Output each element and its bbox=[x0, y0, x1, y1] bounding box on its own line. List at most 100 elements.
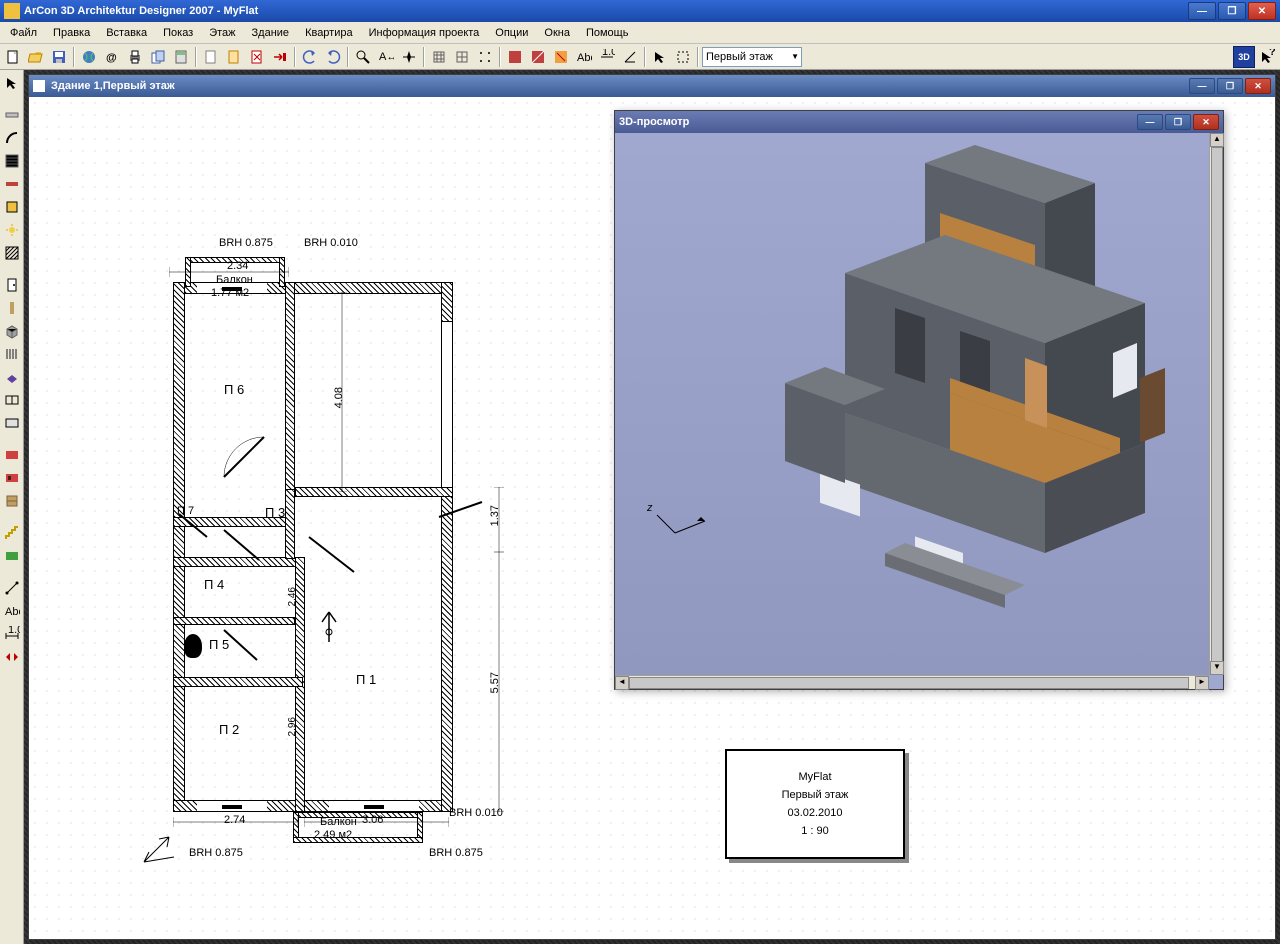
document-title: Здание 1,Первый этаж bbox=[51, 80, 175, 92]
wall-icon[interactable] bbox=[1, 104, 23, 126]
shelf-icon[interactable] bbox=[1, 490, 23, 512]
help-icon[interactable]: ? bbox=[1256, 46, 1278, 68]
svg-text:@: @ bbox=[106, 52, 117, 64]
pointer-icon[interactable] bbox=[1, 72, 23, 94]
dim-137: 1.37 bbox=[489, 505, 501, 526]
line-icon[interactable] bbox=[1, 577, 23, 599]
balcony-bottom-area: 2.49 м2 bbox=[314, 829, 352, 841]
box3d-icon[interactable] bbox=[1, 320, 23, 342]
text-icon[interactable]: Abc bbox=[573, 46, 595, 68]
layer2-icon[interactable] bbox=[527, 46, 549, 68]
viewport-3d[interactable]: z bbox=[615, 133, 1209, 675]
3d-scrollbar-horizontal[interactable]: ◄ ► bbox=[615, 675, 1209, 689]
menu-insert[interactable]: Вставка bbox=[98, 25, 155, 41]
wallred-icon[interactable] bbox=[1, 173, 23, 195]
menubar: Файл Правка Вставка Показ Этаж Здание Кв… bbox=[0, 22, 1280, 44]
dimension-icon[interactable]: 1.0 bbox=[1, 623, 23, 645]
smallroom-icon[interactable] bbox=[1, 196, 23, 218]
red2-icon[interactable] bbox=[1, 467, 23, 489]
door-icon[interactable] bbox=[1, 274, 23, 296]
open-icon[interactable] bbox=[25, 46, 47, 68]
redo-icon[interactable] bbox=[322, 46, 344, 68]
window-icon[interactable] bbox=[1, 389, 23, 411]
tb-date: 03.02.2010 bbox=[787, 807, 842, 819]
3d-maximize-button[interactable]: ❐ bbox=[1165, 114, 1191, 130]
maximize-button[interactable]: ❐ bbox=[1218, 2, 1246, 20]
menu-floor[interactable]: Этаж bbox=[201, 25, 243, 41]
workspace: Abc 1.0 Здание 1,Первый этаж — ❐ ✕ bbox=[0, 70, 1280, 944]
grid-icon[interactable] bbox=[428, 46, 450, 68]
copy-icon[interactable] bbox=[147, 46, 169, 68]
selectbox-icon[interactable] bbox=[672, 46, 694, 68]
pillar-icon[interactable] bbox=[1, 297, 23, 319]
symbols-icon[interactable] bbox=[1, 646, 23, 668]
save-icon[interactable] bbox=[48, 46, 70, 68]
grid2-icon[interactable] bbox=[451, 46, 473, 68]
mail-icon[interactable]: @ bbox=[101, 46, 123, 68]
3d-close-button[interactable]: ✕ bbox=[1193, 114, 1219, 130]
doc3-icon[interactable] bbox=[246, 46, 268, 68]
wallprofile-icon[interactable] bbox=[1, 150, 23, 172]
room-p2-label: П 2 bbox=[219, 722, 239, 737]
doc-minimize-button[interactable]: — bbox=[1189, 78, 1215, 94]
layer3-icon[interactable] bbox=[550, 46, 572, 68]
doc2-icon[interactable] bbox=[223, 46, 245, 68]
menu-view[interactable]: Показ bbox=[155, 25, 201, 41]
preview-3d-titlebar[interactable]: 3D-просмотр — ❐ ✕ bbox=[615, 111, 1223, 133]
tb-floor: Первый этаж bbox=[782, 789, 849, 801]
calc-icon[interactable] bbox=[170, 46, 192, 68]
menu-help[interactable]: Помощь bbox=[578, 25, 637, 41]
3d-minimize-button[interactable]: — bbox=[1137, 114, 1163, 130]
dim-306: 3.06 bbox=[362, 814, 383, 826]
floor-selector[interactable]: Первый этаж bbox=[702, 47, 802, 67]
dim-408: 4.08 bbox=[333, 387, 345, 408]
menu-windows[interactable]: Окна bbox=[536, 25, 578, 41]
print-icon[interactable] bbox=[124, 46, 146, 68]
compass-icon[interactable] bbox=[398, 46, 420, 68]
doc1-icon[interactable] bbox=[200, 46, 222, 68]
arrow-right-icon[interactable] bbox=[269, 46, 291, 68]
preview-3d-window: 3D-просмотр — ❐ ✕ bbox=[614, 110, 1224, 690]
zoom-icon[interactable] bbox=[352, 46, 374, 68]
textlabel-icon[interactable]: Abc bbox=[1, 600, 23, 622]
minimize-button[interactable]: — bbox=[1188, 2, 1216, 20]
room-p7-label: П 7 bbox=[177, 505, 194, 517]
green-icon[interactable] bbox=[1, 545, 23, 567]
main-toolbar: @ A↔ Abc 1.0 Первый этаж 3D ? bbox=[0, 44, 1280, 70]
radiator-icon[interactable] bbox=[1, 343, 23, 365]
3d-scrollbar-vertical[interactable]: ▲ ▼ bbox=[1209, 133, 1223, 675]
menu-edit[interactable]: Правка bbox=[45, 25, 98, 41]
zoomfit-icon[interactable]: A↔ bbox=[375, 46, 397, 68]
doc-close-button[interactable]: ✕ bbox=[1245, 78, 1271, 94]
mdi-area: Здание 1,Первый этаж — ❐ ✕ bbox=[24, 70, 1280, 944]
document-titlebar[interactable]: Здание 1,Первый этаж — ❐ ✕ bbox=[29, 75, 1275, 97]
menu-file[interactable]: Файл bbox=[2, 25, 45, 41]
globe-icon[interactable] bbox=[78, 46, 100, 68]
window2-icon[interactable] bbox=[1, 412, 23, 434]
tb-name: MyFlat bbox=[799, 771, 832, 783]
menu-projectinfo[interactable]: Информация проекта bbox=[361, 25, 488, 41]
brh-top-1: BRH 0.875 bbox=[219, 237, 273, 249]
object-icon[interactable] bbox=[1, 366, 23, 388]
red1-icon[interactable] bbox=[1, 444, 23, 466]
close-button[interactable]: ✕ bbox=[1248, 2, 1276, 20]
angle-icon[interactable] bbox=[619, 46, 641, 68]
menu-building[interactable]: Здание bbox=[244, 25, 298, 41]
snap-icon[interactable] bbox=[474, 46, 496, 68]
app-titlebar: ArCon 3D Architektur Designer 2007 - MyF… bbox=[0, 0, 1280, 22]
hatch-icon[interactable] bbox=[1, 242, 23, 264]
measure-icon[interactable]: 1.0 bbox=[596, 46, 618, 68]
sun-icon[interactable] bbox=[1, 219, 23, 241]
select-icon[interactable] bbox=[649, 46, 671, 68]
layer1-icon[interactable] bbox=[504, 46, 526, 68]
3d-button[interactable]: 3D bbox=[1233, 46, 1255, 68]
menu-apartment[interactable]: Квартира bbox=[297, 25, 361, 41]
doc-maximize-button[interactable]: ❐ bbox=[1217, 78, 1243, 94]
menu-options[interactable]: Опции bbox=[487, 25, 536, 41]
undo-icon[interactable] bbox=[299, 46, 321, 68]
new-icon[interactable] bbox=[2, 46, 24, 68]
stairs-icon[interactable] bbox=[1, 522, 23, 544]
arc-icon[interactable] bbox=[1, 127, 23, 149]
svg-text:Abc: Abc bbox=[5, 606, 20, 618]
dim-246: 2.46 bbox=[287, 587, 298, 606]
